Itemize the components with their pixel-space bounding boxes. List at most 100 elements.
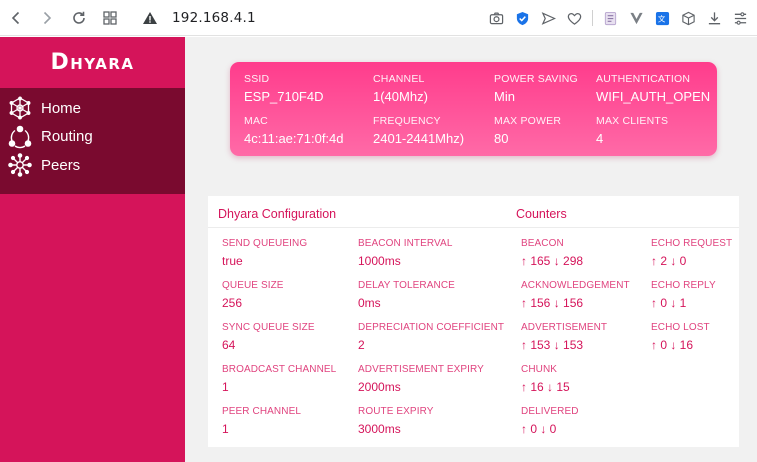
- counter-item: ECHO LOST ↑ 0 ↓ 16: [651, 322, 710, 352]
- tab-grid-icon[interactable]: [100, 8, 120, 28]
- config-item-value: 2000ms: [358, 380, 401, 394]
- back-icon[interactable]: [6, 8, 26, 28]
- counter-item-label: ECHO REQUEST: [651, 238, 733, 249]
- counter-item: ECHO REPLY ↑ 0 ↓ 1: [651, 280, 716, 310]
- warning-icon[interactable]: [140, 8, 160, 28]
- config-item: BEACON INTERVAL 1000ms: [358, 238, 453, 268]
- counter-item-value: ↑ 2 ↓ 0: [651, 254, 687, 268]
- config-item: ROUTE EXPIRY 3000ms: [358, 406, 433, 436]
- counters-title: Counters: [516, 207, 567, 221]
- counter-item-label: ECHO REPLY: [651, 280, 716, 291]
- power-saving-value: Min: [494, 89, 515, 104]
- channel-value: 1(40Mhz): [373, 89, 428, 104]
- sidebar-nav: Home Routing Peers: [0, 88, 185, 194]
- reload-icon[interactable]: [69, 8, 89, 28]
- counter-item-value: ↑ 0 ↓ 1: [651, 296, 687, 310]
- counter-item-label: ACKNOWLEDGEMENT: [521, 280, 630, 291]
- max-power-value: 80: [494, 131, 509, 146]
- config-item-value: 3000ms: [358, 422, 401, 436]
- sidebar-item-label: Peers: [41, 156, 81, 174]
- max-power-label: MAX POWER: [494, 115, 562, 127]
- menu-icon[interactable]: [732, 10, 749, 27]
- channel-field: CHANNEL 1(40Mhz): [373, 73, 428, 104]
- ssid-field: SSID ESP_710F4D: [244, 73, 324, 104]
- svg-text:文: 文: [658, 13, 666, 23]
- counter-item-label: DELIVERED: [521, 406, 579, 417]
- translate-icon[interactable]: 文: [654, 10, 671, 27]
- frequency-label: FREQUENCY: [373, 115, 441, 127]
- counter-item: DELIVERED ↑ 0 ↓ 0: [521, 406, 579, 436]
- max-clients-label: MAX CLIENTS: [596, 115, 669, 127]
- config-item-label: PEER CHANNEL: [222, 406, 301, 417]
- config-item: DELAY TOLERANCE 0ms: [358, 280, 455, 310]
- config-item: DEPRECIATION COEFFICIENT 2: [358, 322, 504, 352]
- authentication-value: WIFI_AUTH_OPEN: [596, 89, 711, 104]
- config-item: ADVERTISEMENT EXPIRY 2000ms: [358, 364, 484, 394]
- ssid-label: SSID: [244, 73, 270, 85]
- config-item-label: BEACON INTERVAL: [358, 238, 453, 249]
- max-power-field: MAX POWER 80: [494, 115, 561, 146]
- config-item: PEER CHANNEL 1: [222, 406, 301, 436]
- counter-item-value: ↑ 0 ↓ 0: [521, 422, 557, 436]
- config-title: Dhyara Configuration: [218, 207, 337, 221]
- forward-icon[interactable]: [37, 8, 57, 28]
- heart-icon[interactable]: [566, 10, 583, 27]
- config-item-value: 1: [222, 380, 229, 394]
- shield-check-icon[interactable]: [514, 10, 531, 27]
- counter-item-label: BEACON: [521, 238, 564, 249]
- frequency-field: FREQUENCY 2401-2441Mhz): [373, 115, 464, 146]
- config-item: BROADCAST CHANNEL 1: [222, 364, 336, 394]
- peers-star-icon: [7, 153, 33, 178]
- sidebar: Dhyara Home Routing Peers: [0, 37, 185, 462]
- counter-item: BEACON ↑ 165 ↓ 298: [521, 238, 583, 268]
- ssid-value: ESP_710F4D: [244, 89, 324, 104]
- power-saving-label: POWER SAVING: [494, 73, 578, 85]
- counter-item-value: ↑ 156 ↓ 156: [521, 296, 584, 310]
- counter-item-value: ↑ 0 ↓ 16: [651, 338, 694, 352]
- config-item-label: SEND QUEUEING: [222, 238, 308, 249]
- counter-item-label: ADVERTISEMENT: [521, 322, 608, 333]
- panel-divider: [208, 227, 739, 228]
- max-clients-field: MAX CLIENTS 4: [596, 115, 668, 146]
- counter-item-label: CHUNK: [521, 364, 558, 375]
- sidebar-item-label: Routing: [41, 128, 93, 146]
- config-item-label: DEPRECIATION COEFFICIENT: [358, 322, 505, 333]
- browser-toolbar: 192.168.4.1 文: [0, 0, 757, 36]
- download-icon[interactable]: [706, 10, 723, 27]
- sidebar-item-routing[interactable]: Routing: [0, 123, 185, 152]
- send-icon[interactable]: [540, 10, 557, 27]
- camera-icon[interactable]: [488, 10, 505, 27]
- config-item-value: 0ms: [358, 296, 381, 310]
- authentication-label: AUTHENTICATION: [596, 73, 691, 85]
- counter-item-label: ECHO LOST: [651, 322, 710, 333]
- config-item: QUEUE SIZE 256: [222, 280, 284, 310]
- cube-icon[interactable]: [680, 10, 697, 27]
- extension-v-icon[interactable]: [628, 10, 645, 27]
- main-content: SSID ESP_710F4D CHANNEL 1(40Mhz) POWER S…: [185, 37, 757, 462]
- brand-logo[interactable]: Dhyara: [0, 37, 185, 88]
- config-item: SEND QUEUEING true: [222, 238, 307, 268]
- sidebar-item-label: Home: [41, 99, 82, 117]
- mac-label: MAC: [244, 115, 268, 127]
- sidebar-item-peers[interactable]: Peers: [0, 151, 185, 180]
- counter-item: ECHO REQUEST ↑ 2 ↓ 0: [651, 238, 732, 268]
- channel-label: CHANNEL: [373, 73, 425, 85]
- counter-item-value: ↑ 16 ↓ 15: [521, 380, 570, 394]
- counter-item: ACKNOWLEDGEMENT ↑ 156 ↓ 156: [521, 280, 630, 310]
- config-item-value: 1000ms: [358, 254, 401, 268]
- url-text[interactable]: 192.168.4.1: [172, 10, 256, 26]
- counter-item-value: ↑ 165 ↓ 298: [521, 254, 584, 268]
- config-item-value: true: [222, 254, 243, 268]
- config-item-label: BROADCAST CHANNEL: [222, 364, 337, 375]
- sidebar-item-home[interactable]: Home: [0, 94, 185, 123]
- extension-reader-icon[interactable]: [602, 10, 619, 27]
- config-item-label: ADVERTISEMENT EXPIRY: [358, 364, 484, 375]
- toolbar-divider: [592, 10, 593, 26]
- config-item-value: 1: [222, 422, 229, 436]
- frequency-value: 2401-2441Mhz): [373, 131, 465, 146]
- config-item-label: ROUTE EXPIRY: [358, 406, 434, 417]
- address-bar[interactable]: 192.168.4.1: [140, 8, 256, 28]
- authentication-field: AUTHENTICATION WIFI_AUTH_OPEN: [596, 73, 710, 104]
- config-item-label: SYNC QUEUE SIZE: [222, 322, 315, 333]
- max-clients-value: 4: [596, 131, 604, 146]
